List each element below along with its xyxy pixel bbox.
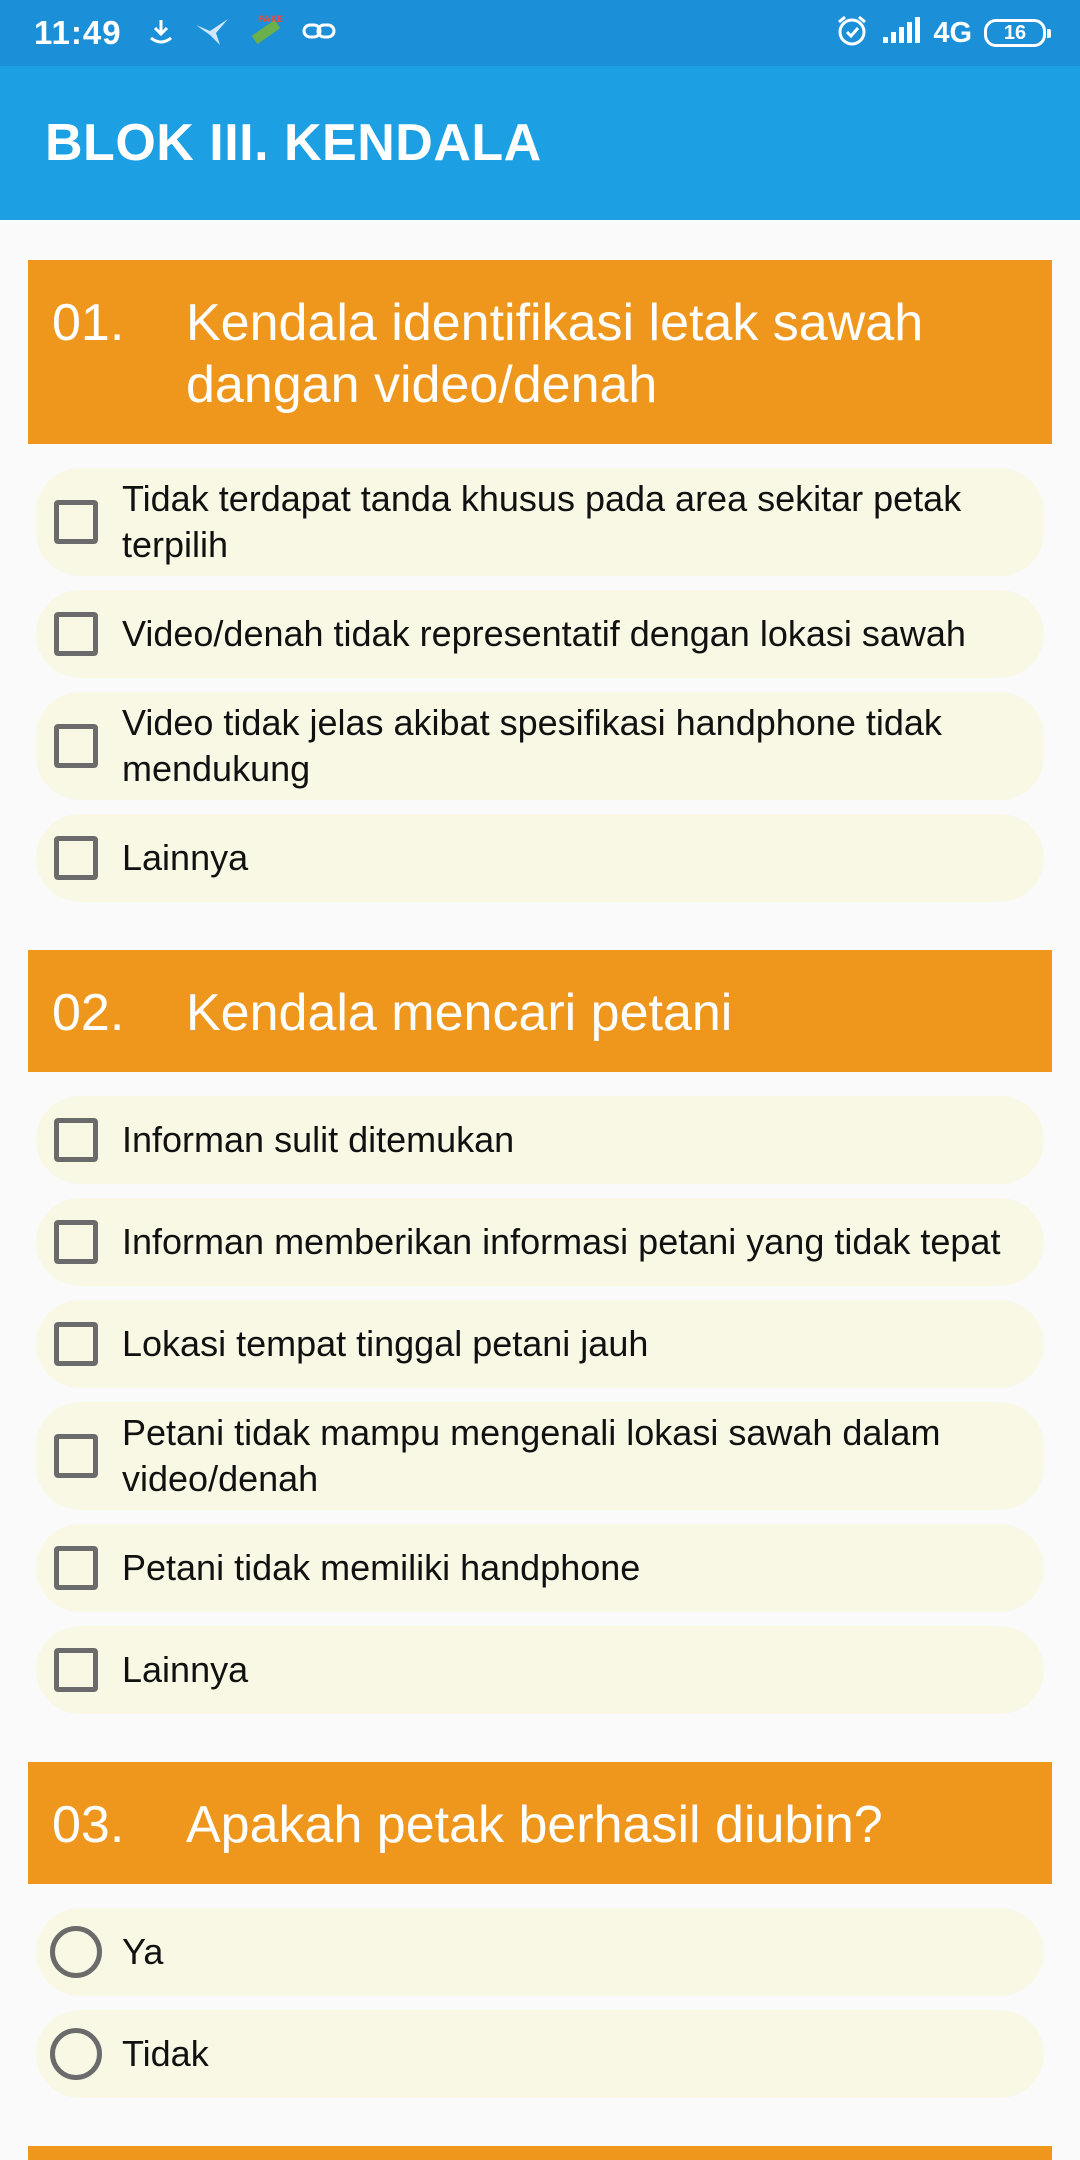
question-number: 01. <box>52 294 125 352</box>
checkbox-icon[interactable] <box>54 1118 98 1162</box>
checkbox-icon[interactable] <box>54 500 98 544</box>
checkbox-icon[interactable] <box>54 836 98 880</box>
checkbox-option[interactable]: Informan sulit ditemukan <box>36 1096 1044 1184</box>
option-label: Lainnya <box>122 837 249 878</box>
question-header: 03. Apakah petak berhasil diubin? <box>28 1762 1052 1884</box>
status-right: 4G 16 <box>835 14 1051 53</box>
checkbox-icon[interactable] <box>54 724 98 768</box>
checkbox-icon[interactable] <box>54 1546 98 1590</box>
option-label: Petani tidak mampu mengenali lokasi sawa… <box>122 1412 941 1499</box>
bird-icon <box>194 15 230 52</box>
option-list: Ya Tidak <box>0 1908 1080 2098</box>
next-question-header <box>28 2146 1052 2160</box>
option-label: Informan memberikan informasi petani yan… <box>122 1221 1001 1262</box>
checkbox-option[interactable]: Lainnya <box>36 814 1044 902</box>
checkbox-option[interactable]: Lainnya <box>36 1626 1044 1714</box>
svg-text:FAKE: FAKE <box>258 15 283 25</box>
option-label: Lokasi tempat tinggal petani jauh <box>122 1323 649 1364</box>
download-icon <box>146 16 176 51</box>
option-label: Tidak terdapat tanda khusus pada area se… <box>122 478 962 565</box>
question-3: 03. Apakah petak berhasil diubin? Ya Tid… <box>0 1762 1080 2098</box>
question-header: 02. Kendala mencari petani <box>28 950 1052 1072</box>
checkbox-option[interactable]: Video tidak jelas akibat spesifikasi han… <box>36 692 1044 800</box>
radio-option[interactable]: Tidak <box>36 2010 1044 2098</box>
option-list: Informan sulit ditemukan Informan member… <box>0 1096 1080 1714</box>
question-2: 02. Kendala mencari petani Informan suli… <box>0 950 1080 1714</box>
radio-option[interactable]: Ya <box>36 1908 1044 1996</box>
question-text: Apakah petak berhasil diubin? <box>186 1796 883 1854</box>
radio-button[interactable] <box>50 1926 102 1978</box>
battery-icon: 16 <box>984 19 1051 47</box>
checkbox-option[interactable]: Informan memberikan informasi petani yan… <box>36 1198 1044 1286</box>
question-header: 01. Kendala identifikasi letak sawah dan… <box>28 260 1052 444</box>
notification-icons: FAKE <box>146 13 336 54</box>
question-text: Kendala identifikasi letak sawah dangan … <box>186 294 924 414</box>
option-label: Lainnya <box>122 1649 249 1690</box>
checkbox-icon[interactable] <box>54 1322 98 1366</box>
option-label: Tidak <box>122 2033 209 2074</box>
checkbox-icon[interactable] <box>54 612 98 656</box>
signal-icon <box>881 16 921 50</box>
app-bar: BLOK III. KENDALA <box>0 66 1080 220</box>
option-list: Tidak terdapat tanda khusus pada area se… <box>0 468 1080 902</box>
page-title: BLOK III. KENDALA <box>45 114 542 172</box>
radio-button[interactable] <box>50 2028 102 2080</box>
checkbox-icon[interactable] <box>54 1648 98 1692</box>
network-type: 4G <box>933 16 972 49</box>
option-label: Video tidak jelas akibat spesifikasi han… <box>122 702 942 789</box>
question-text: Kendala mencari petani <box>186 984 733 1042</box>
option-label: Ya <box>122 1931 164 1972</box>
option-label: Informan sulit ditemukan <box>122 1119 515 1160</box>
status-bar: 11:49 FAKE 4G 16 <box>0 0 1080 66</box>
checkbox-icon[interactable] <box>54 1220 98 1264</box>
status-time: 11:49 <box>34 14 122 51</box>
form-content: 01. Kendala identifikasi letak sawah dan… <box>0 220 1080 2112</box>
option-label: Video/denah tidak representatif dengan l… <box>122 613 966 654</box>
option-label: Petani tidak memiliki handphone <box>122 1547 641 1588</box>
question-1: 01. Kendala identifikasi letak sawah dan… <box>0 260 1080 902</box>
question-number: 02. <box>52 984 125 1042</box>
checkbox-option[interactable]: Lokasi tempat tinggal petani jauh <box>36 1300 1044 1388</box>
checkbox-option[interactable]: Tidak terdapat tanda khusus pada area se… <box>36 468 1044 576</box>
checkbox-option[interactable]: Video/denah tidak representatif dengan l… <box>36 590 1044 678</box>
checkbox-option[interactable]: Petani tidak mampu mengenali lokasi sawa… <box>36 1402 1044 1510</box>
checkbox-icon[interactable] <box>54 1434 98 1478</box>
checkbox-option[interactable]: Petani tidak memiliki handphone <box>36 1524 1044 1612</box>
alarm-icon <box>835 14 869 53</box>
question-number: 03. <box>52 1796 125 1854</box>
fake-gps-icon: FAKE <box>248 13 284 54</box>
battery-level: 16 <box>1003 21 1027 44</box>
link-icon <box>302 21 336 46</box>
